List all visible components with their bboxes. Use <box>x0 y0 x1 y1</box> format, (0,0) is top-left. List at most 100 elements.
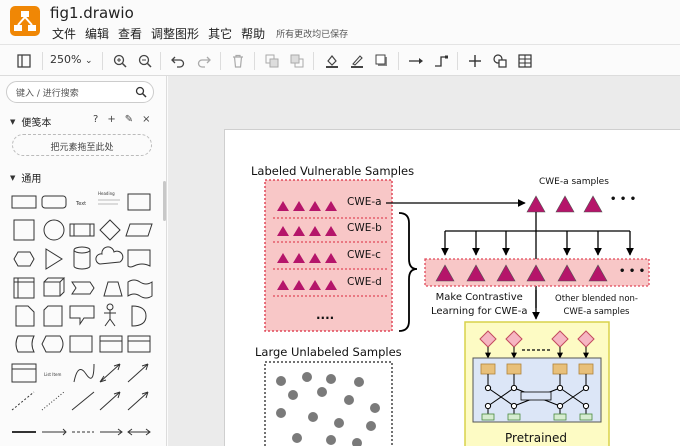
shape-internal-storage[interactable] <box>13 277 35 299</box>
shape-curve[interactable] <box>73 363 95 383</box>
contrastive-label[interactable]: Make Contrastive Learning for CWE-a <box>431 291 527 319</box>
cwe-a-ellipsis: • • • <box>610 194 637 205</box>
table-icon[interactable] <box>515 51 535 71</box>
model-center-block <box>520 391 552 401</box>
shape-document[interactable] <box>127 249 151 268</box>
to-front-icon[interactable] <box>262 51 282 71</box>
cwe-a-label[interactable]: CWE-a <box>347 196 382 208</box>
menu-edit[interactable]: 编辑 <box>85 25 109 42</box>
edit-icon[interactable]: ✎ <box>125 114 133 125</box>
shape-text[interactable]: Text <box>75 201 86 207</box>
connection-icon[interactable] <box>406 51 426 71</box>
shape-or[interactable] <box>131 305 147 327</box>
shape-list-item[interactable]: List Item <box>44 372 61 377</box>
shape-table[interactable] <box>99 335 123 353</box>
shape-heading[interactable]: Heading <box>98 191 115 196</box>
shape-dotted-line[interactable] <box>41 391 65 411</box>
menu-arrange[interactable]: 调整图形 <box>151 25 199 42</box>
menu-view[interactable]: 查看 <box>118 25 142 42</box>
sidebar-toggle-icon[interactable] <box>14 51 34 71</box>
add-icon[interactable]: + <box>107 114 115 125</box>
general-label: 通用 <box>21 174 42 185</box>
chevron-down-icon: ⌄ <box>84 56 93 66</box>
shape-dashed-line[interactable] <box>11 391 35 411</box>
to-back-icon[interactable] <box>287 51 307 71</box>
shape-connector-open[interactable] <box>100 428 123 436</box>
shape-note[interactable] <box>127 193 151 211</box>
shape-square[interactable] <box>13 219 35 241</box>
shape-parallelogram[interactable] <box>125 223 153 237</box>
shape-display[interactable] <box>41 335 64 353</box>
canvas-area[interactable]: Labeled Vulnerable Samples CWE-a CWE-b C… <box>168 76 680 446</box>
zoom-dropdown[interactable]: 250% ⌄ <box>50 53 93 66</box>
shape-cylinder[interactable] <box>73 246 91 270</box>
shape-step[interactable] <box>71 281 95 295</box>
blended-label[interactable]: Other blended non- CWE-a samples <box>555 293 638 319</box>
document-title[interactable]: fig1.drawio <box>50 4 134 22</box>
help-icon[interactable]: ? <box>93 114 98 125</box>
drawio-logo-icon <box>10 6 40 36</box>
shape-list[interactable] <box>127 335 151 353</box>
delete-icon[interactable] <box>228 51 248 71</box>
close-icon[interactable]: × <box>142 114 150 125</box>
undo-icon[interactable] <box>168 51 188 71</box>
general-header[interactable]: ▼ 通用 <box>10 170 42 186</box>
blended-ellipsis: • • • <box>619 266 646 277</box>
shape-palette: Text Heading List Item <box>11 191 153 436</box>
cwe-d-label[interactable]: CWE-d <box>347 276 382 288</box>
menu-file[interactable]: 文件 <box>52 25 76 42</box>
shape-circle[interactable] <box>43 219 65 241</box>
shape-arrow[interactable] <box>127 363 149 383</box>
shape-directional-connector[interactable] <box>127 391 149 411</box>
zoom-in-icon[interactable] <box>110 51 130 71</box>
search-icon[interactable] <box>135 86 147 98</box>
shape-cube[interactable] <box>43 277 66 297</box>
shape-hexagon[interactable] <box>13 251 35 267</box>
shape-trapezoid[interactable] <box>103 281 123 297</box>
search-input[interactable]: 键入 / 进行搜索 <box>6 81 154 103</box>
shape-triangle[interactable] <box>45 248 63 270</box>
shape-list-box[interactable] <box>11 363 37 383</box>
duplicate-icon[interactable] <box>490 51 510 71</box>
insert-icon[interactable] <box>465 51 485 71</box>
menu-extras[interactable]: 其它 <box>208 25 232 42</box>
shape-note-fold[interactable] <box>15 305 35 327</box>
cwe-a-samples-label[interactable]: CWE-a samples <box>539 177 609 187</box>
shape-rectangle[interactable] <box>11 195 37 209</box>
shape-tape[interactable] <box>127 279 153 299</box>
shape-directional-arrow[interactable] <box>99 391 121 411</box>
zoom-out-icon[interactable] <box>135 51 155 71</box>
toolbar-divider <box>313 52 314 70</box>
labeled-samples-title[interactable]: Labeled Vulnerable Samples <box>251 164 414 178</box>
line-color-icon[interactable] <box>347 51 367 71</box>
shape-data-storage[interactable] <box>15 335 35 353</box>
waypoints-icon[interactable] <box>431 51 451 71</box>
toolbar-divider <box>220 52 221 70</box>
shape-callout[interactable] <box>69 305 95 326</box>
menu-help[interactable]: 帮助 <box>241 25 265 42</box>
pretrained-label[interactable]: Pretrained <box>505 431 567 445</box>
shape-actor-head[interactable] <box>106 303 114 311</box>
cwe-c-label[interactable]: CWE-c <box>347 249 381 261</box>
shape-bidirectional-arrow[interactable] <box>99 363 121 383</box>
shape-rounded-rectangle[interactable] <box>41 195 67 209</box>
shape-card[interactable] <box>43 305 63 327</box>
shape-line[interactable] <box>71 391 95 411</box>
scratchpad-dropzone[interactable]: 把元素拖至此处 <box>12 134 152 156</box>
unlabeled-samples-title[interactable]: Large Unlabeled Samples <box>255 345 402 359</box>
shape-connector-double[interactable] <box>127 428 151 436</box>
shape-diamond[interactable] <box>99 219 121 241</box>
sidebar-scrollbar[interactable] <box>163 181 166 221</box>
toolbar-divider <box>254 52 255 70</box>
scratchpad-header[interactable]: ▼ 便笺本 <box>10 114 51 130</box>
shape-link-arrow[interactable] <box>42 428 67 436</box>
fill-color-icon[interactable] <box>322 51 342 71</box>
shadow-icon[interactable] <box>372 51 392 71</box>
shape-frame[interactable] <box>69 335 93 353</box>
shape-actor[interactable] <box>104 310 116 327</box>
toolbar-divider <box>42 52 43 70</box>
cwe-b-label[interactable]: CWE-b <box>347 222 382 234</box>
shape-cloud[interactable] <box>95 246 124 265</box>
redo-icon[interactable] <box>194 51 214 71</box>
diagram-page[interactable]: Labeled Vulnerable Samples CWE-a CWE-b C… <box>224 129 680 446</box>
